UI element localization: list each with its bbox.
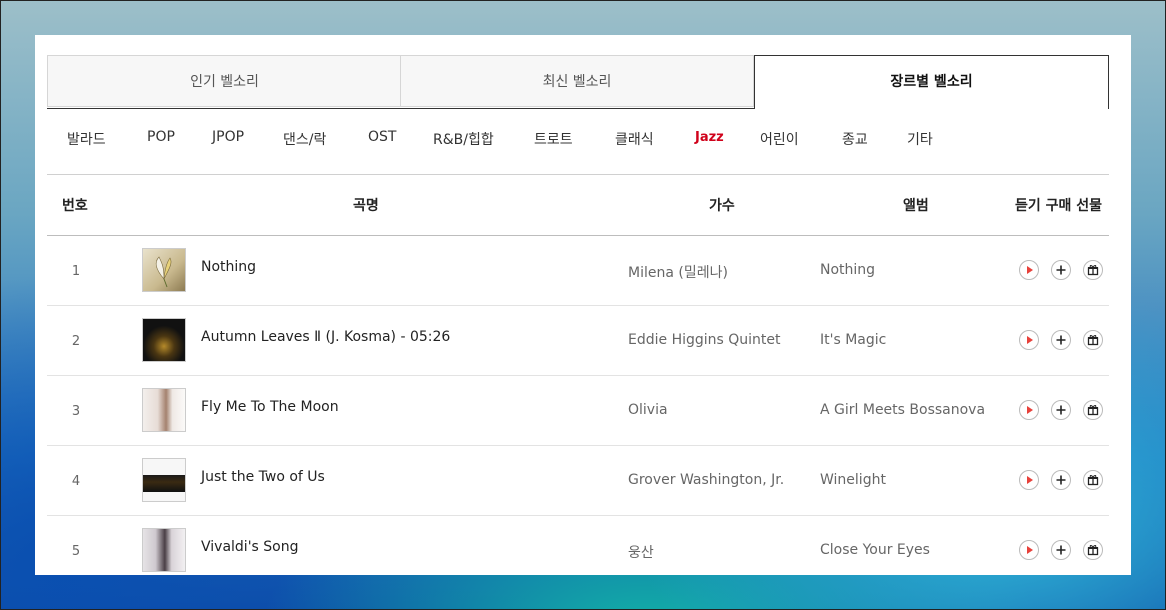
row-number: 1 bbox=[71, 264, 81, 279]
genre-rnb-hiphop[interactable]: R&B/힙합 bbox=[433, 129, 494, 149]
gift-button[interactable] bbox=[1083, 260, 1103, 280]
song-title[interactable]: Fly Me To The Moon bbox=[201, 399, 339, 415]
tab-popular[interactable]: 인기 벨소리 bbox=[47, 55, 401, 107]
buy-button[interactable] bbox=[1051, 400, 1071, 420]
listen-button[interactable] bbox=[1019, 540, 1039, 560]
plus-icon bbox=[1056, 545, 1066, 555]
play-icon bbox=[1027, 476, 1033, 484]
genre-etc[interactable]: 기타 bbox=[907, 129, 933, 149]
row-number: 3 bbox=[71, 404, 81, 419]
gift-icon bbox=[1087, 545, 1099, 556]
artist-name[interactable]: Olivia bbox=[628, 402, 668, 418]
listen-button[interactable] bbox=[1019, 400, 1039, 420]
song-title[interactable]: Nothing bbox=[201, 259, 256, 275]
gift-button[interactable] bbox=[1083, 540, 1103, 560]
tab-divider bbox=[47, 108, 755, 109]
genre-dance-rock[interactable]: 댄스/락 bbox=[283, 129, 326, 149]
play-icon bbox=[1027, 406, 1033, 414]
play-icon bbox=[1027, 336, 1033, 344]
genre-religion[interactable]: 종교 bbox=[842, 129, 868, 149]
ringtone-panel: 인기 벨소리 최신 벨소리 장르별 벨소리 발라드 POP JPOP 댄스/락 … bbox=[35, 35, 1131, 575]
tab-latest[interactable]: 최신 벨소리 bbox=[400, 55, 754, 107]
genre-ost[interactable]: OST bbox=[368, 129, 396, 145]
plus-icon bbox=[1056, 475, 1066, 485]
genre-trot[interactable]: 트로트 bbox=[534, 129, 573, 149]
genre-kids[interactable]: 어린이 bbox=[760, 129, 799, 149]
listen-button[interactable] bbox=[1019, 470, 1039, 490]
genre-pop[interactable]: POP bbox=[147, 129, 175, 145]
table-row: 1 Nothing Milena (밀레나) Nothing bbox=[47, 236, 1109, 306]
flower-art bbox=[155, 256, 172, 288]
album-art-thumbnail[interactable] bbox=[142, 248, 186, 292]
artist-name[interactable]: Milena (밀레나) bbox=[628, 262, 728, 282]
plus-icon bbox=[1056, 265, 1066, 275]
row-number: 2 bbox=[71, 334, 81, 349]
gift-icon bbox=[1087, 405, 1099, 416]
artist-name[interactable]: 웅산 bbox=[628, 542, 654, 562]
album-art-thumbnail[interactable] bbox=[142, 318, 186, 362]
song-title[interactable]: Just the Two of Us bbox=[201, 469, 325, 485]
gift-icon bbox=[1087, 265, 1099, 276]
album-name[interactable]: Nothing bbox=[820, 262, 875, 278]
gift-button[interactable] bbox=[1083, 470, 1103, 490]
artist-name[interactable]: Eddie Higgins Quintet bbox=[628, 332, 781, 348]
header-actions: 듣기 구매 선물 bbox=[1015, 198, 1103, 214]
row-number: 4 bbox=[71, 474, 81, 489]
tab-bar: 인기 벨소리 최신 벨소리 장르별 벨소리 bbox=[47, 55, 1109, 109]
gift-icon bbox=[1087, 335, 1099, 346]
buy-button[interactable] bbox=[1051, 540, 1071, 560]
genre-ballad[interactable]: 발라드 bbox=[67, 129, 106, 149]
gift-button[interactable] bbox=[1083, 400, 1103, 420]
table-row: 2 Autumn Leaves Ⅱ (J. Kosma) - 05:26 Edd… bbox=[47, 306, 1109, 376]
song-title[interactable]: Autumn Leaves Ⅱ (J. Kosma) - 05:26 bbox=[201, 329, 450, 345]
buy-button[interactable] bbox=[1051, 470, 1071, 490]
plus-icon bbox=[1056, 405, 1066, 415]
plus-icon bbox=[1056, 335, 1066, 345]
song-title[interactable]: Vivaldi's Song bbox=[201, 539, 299, 555]
album-name[interactable]: Winelight bbox=[820, 472, 886, 488]
table-row: 4 Just the Two of Us Grover Washington, … bbox=[47, 446, 1109, 516]
tab-genre[interactable]: 장르별 벨소리 bbox=[754, 55, 1109, 109]
row-number: 5 bbox=[71, 544, 81, 559]
genre-jazz[interactable]: Jazz bbox=[695, 130, 724, 145]
album-name[interactable]: A Girl Meets Bossanova bbox=[820, 402, 985, 418]
listen-button[interactable] bbox=[1019, 260, 1039, 280]
album-art-thumbnail[interactable] bbox=[142, 388, 186, 432]
album-art-thumbnail[interactable] bbox=[142, 528, 186, 572]
play-icon bbox=[1027, 546, 1033, 554]
header-number: 번호 bbox=[62, 198, 88, 214]
buy-button[interactable] bbox=[1051, 260, 1071, 280]
album-name[interactable]: It's Magic bbox=[820, 332, 886, 348]
gift-icon bbox=[1087, 475, 1099, 486]
artist-name[interactable]: Grover Washington, Jr. bbox=[628, 472, 784, 488]
gift-button[interactable] bbox=[1083, 330, 1103, 350]
play-icon bbox=[1027, 266, 1033, 274]
table-row: 3 Fly Me To The Moon Olivia A Girl Meets… bbox=[47, 376, 1109, 446]
header-title: 곡명 bbox=[353, 198, 379, 214]
genre-divider bbox=[47, 174, 1109, 175]
genre-jpop[interactable]: JPOP bbox=[212, 129, 244, 145]
header-artist: 가수 bbox=[709, 198, 735, 214]
buy-button[interactable] bbox=[1051, 330, 1071, 350]
header-album: 앨범 bbox=[903, 198, 929, 214]
album-name[interactable]: Close Your Eyes bbox=[820, 542, 930, 558]
album-art-thumbnail[interactable] bbox=[142, 458, 186, 502]
genre-classic[interactable]: 클래식 bbox=[615, 129, 654, 149]
table-row: 5 Vivaldi's Song 웅산 Close Your Eyes bbox=[47, 516, 1109, 575]
listen-button[interactable] bbox=[1019, 330, 1039, 350]
